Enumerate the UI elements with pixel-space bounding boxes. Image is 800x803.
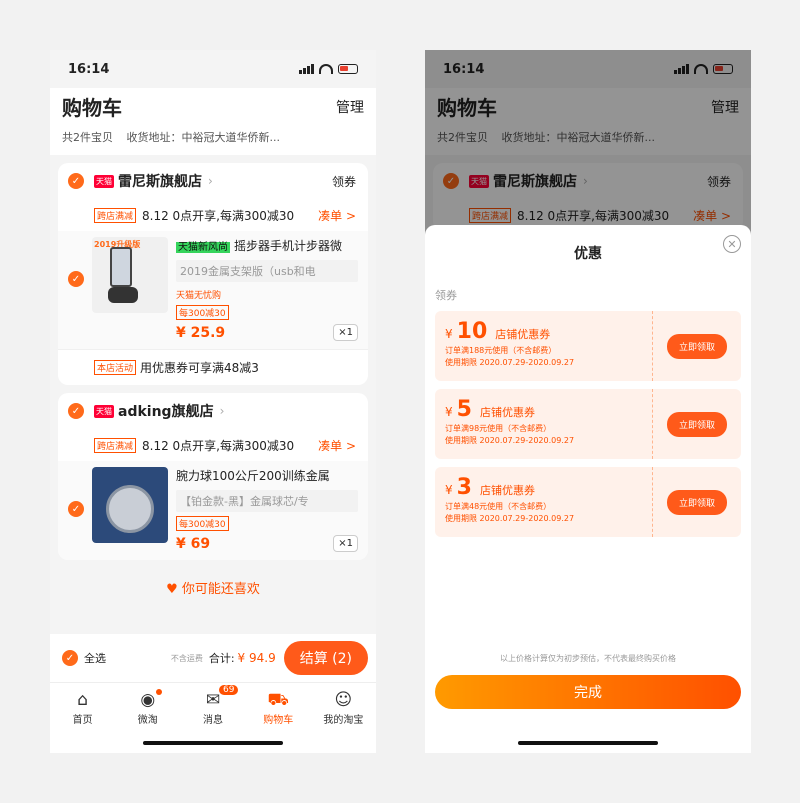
cart-summary: 共2件宝贝 收货地址：中裕冠大道华侨新... bbox=[62, 129, 364, 145]
coupon-name: 店铺优惠券 bbox=[479, 484, 535, 497]
coupon-amount: 10 bbox=[456, 319, 488, 344]
store-header: ✓ 天猫 adking旗舰店 › bbox=[58, 393, 368, 429]
promo-tag: 跨店满减 bbox=[94, 207, 137, 223]
store-card: ✓ 天猫 雷尼斯旗舰店 › 领券 跨店满减 8.12 0点开享,每满300减30… bbox=[58, 163, 368, 385]
shipping-address[interactable]: 收货地址：中裕冠大道华侨新... bbox=[127, 131, 281, 144]
page-title: 购物车 bbox=[62, 96, 122, 120]
promo-text: 8.12 0点开享,每满300减30 bbox=[142, 438, 295, 453]
cart-item: ✓ 2019升级版 天猫新风尚 摇步器手机计步器微 2019金属支架版（usb和电… bbox=[58, 231, 368, 349]
claim-coupon-button[interactable]: 立即领取 bbox=[666, 411, 727, 437]
product-image[interactable]: 2019升级版 bbox=[92, 237, 168, 313]
product-title[interactable]: 天猫新风尚 摇步器手机计步器微 bbox=[176, 237, 358, 254]
chevron-right-icon: › bbox=[208, 174, 213, 188]
item-count: 共2件宝贝 bbox=[62, 131, 113, 144]
coupon-period: 使用期限 2020.07.29-2020.09.27 bbox=[445, 514, 575, 523]
close-icon[interactable]: ✕ bbox=[723, 235, 741, 253]
product-tag: 天猫新风尚 bbox=[176, 242, 230, 253]
sku-selector[interactable]: 【铂金款-黑】金属球芯/专 bbox=[176, 490, 358, 512]
coupon-period: 使用期限 2020.07.29-2020.09.27 bbox=[445, 436, 575, 445]
get-coupon-link[interactable]: 领券 bbox=[332, 173, 356, 190]
chevron-right-icon: › bbox=[219, 404, 225, 418]
store-card: ✓ 天猫 adking旗舰店 › 跨店满减 8.12 0点开享,每满300减30… bbox=[58, 393, 368, 560]
message-badge: 69 bbox=[219, 685, 239, 695]
cart-header: 购物车 管理 共2件宝贝 收货地址：中裕冠大道华侨新... bbox=[50, 88, 376, 155]
coupon-card: ¥ 10 店铺优惠券 订单满188元使用（不含邮费） 使用期限 2020.07.… bbox=[435, 311, 741, 381]
product-price: ¥ 25.9 bbox=[176, 324, 226, 341]
coupon-condition: 订单满98元使用（不含邮费） bbox=[445, 424, 552, 433]
product-image[interactable] bbox=[92, 467, 168, 543]
activity-tag: 本店活动 bbox=[94, 360, 137, 375]
manage-button[interactable]: 管理 bbox=[336, 97, 364, 117]
product-title[interactable]: 腕力球100公斤200训练金属 bbox=[176, 467, 358, 484]
coupon-condition: 订单满188元使用（不含邮费） bbox=[445, 346, 557, 355]
coupon-condition: 订单满48元使用（不含邮费） bbox=[445, 502, 552, 511]
coupon-amount: 5 bbox=[456, 397, 472, 422]
coupon-screen: 16:14 购物车 管理 共2件宝贝 收货地址：中裕冠大道华侨新... ✓ 天猫… bbox=[425, 50, 751, 753]
coupon-card: ¥ 5 店铺优惠券 订单满98元使用（不含邮费） 使用期限 2020.07.29… bbox=[435, 389, 741, 459]
guarantee-label: 天猫无忧购 bbox=[176, 291, 222, 301]
promo-row: 跨店满减 8.12 0点开享,每满300减30 凑单 > bbox=[58, 429, 368, 461]
cart-screen: 16:14 购物车 管理 共2件宝贝 收货地址：中裕冠大道华侨新... ✓ 天猫… bbox=[50, 50, 376, 753]
home-icon: ⌂ bbox=[77, 690, 88, 710]
coupon-sheet: 优惠 ✕ 领券 ¥ 10 店铺优惠券 订单满188元使用（不含邮费） 使用期限 … bbox=[425, 225, 751, 753]
tab-bar: ⌂ 首页 ◉ 微淘 ✉ 69 消息 ⛟ 购物车 ☺ 我的淘宝 bbox=[50, 682, 376, 753]
tmall-badge: 天猫 bbox=[94, 174, 114, 188]
user-icon: ☺ bbox=[334, 690, 353, 710]
checkout-button[interactable]: 结算 (2) bbox=[283, 641, 368, 675]
promo-row: 跨店满减 8.12 0点开享,每满300减30 凑单 > bbox=[58, 199, 368, 231]
done-button[interactable]: 完成 bbox=[435, 675, 741, 709]
coupon-card: ¥ 3 店铺优惠券 订单满48元使用（不含邮费） 使用期限 2020.07.29… bbox=[435, 467, 741, 537]
select-all-checkbox[interactable]: ✓ bbox=[62, 650, 78, 666]
coupon-name: 店铺优惠券 bbox=[495, 328, 551, 341]
checkout-bar: ✓ 全选 不含运费 合计: ¥ 94.9 结算 (2) bbox=[50, 634, 376, 682]
promo-tag: 跨店满减 bbox=[94, 437, 137, 453]
claim-coupon-button[interactable]: 立即领取 bbox=[666, 333, 727, 359]
tmall-badge: 天猫 bbox=[94, 404, 114, 418]
claim-coupon-button[interactable]: 立即领取 bbox=[666, 489, 727, 515]
recommend-heading: ♥ 你可能还喜欢 bbox=[166, 582, 260, 597]
add-on-link[interactable]: 凑单 > bbox=[318, 207, 356, 224]
cart-icon: ⛟ bbox=[267, 690, 289, 710]
status-bar: 16:14 bbox=[50, 50, 376, 88]
sku-selector[interactable]: 2019金属支架版（usb和电 bbox=[176, 260, 358, 282]
freight-note: 不含运费 bbox=[170, 653, 203, 663]
cart-item: ✓ 腕力球100公斤200训练金属 【铂金款-黑】金属球芯/专 每300减30 … bbox=[58, 461, 368, 560]
item-checkbox[interactable]: ✓ bbox=[68, 271, 84, 287]
home-indicator bbox=[143, 741, 283, 745]
quantity-selector[interactable]: ×1 bbox=[333, 324, 358, 341]
home-indicator bbox=[518, 741, 658, 745]
tab-home[interactable]: ⌂ 首页 bbox=[50, 683, 115, 753]
discount-tag: 每300减30 bbox=[176, 516, 229, 531]
total-price: ¥ 94.9 bbox=[237, 651, 276, 665]
store-header: ✓ 天猫 雷尼斯旗舰店 › 领券 bbox=[58, 163, 368, 199]
section-label: 领券 bbox=[435, 289, 457, 302]
signal-icon bbox=[299, 64, 314, 74]
store-name[interactable]: 雷尼斯旗舰店 bbox=[118, 171, 202, 191]
discount-tag: 每300减30 bbox=[176, 305, 229, 320]
item-checkbox[interactable]: ✓ bbox=[68, 501, 84, 517]
tab-my-taobao[interactable]: ☺ 我的淘宝 bbox=[311, 683, 376, 753]
product-price: ¥ 69 bbox=[176, 535, 211, 552]
promo-text: 8.12 0点开享,每满300减30 bbox=[142, 208, 295, 223]
quantity-selector[interactable]: ×1 bbox=[333, 535, 358, 552]
total-label: 合计: bbox=[208, 652, 235, 665]
select-all-label[interactable]: 全选 bbox=[84, 650, 106, 666]
store-checkbox[interactable]: ✓ bbox=[68, 403, 84, 419]
price-disclaimer: 以上价格计算仅为初步预估，不代表最终购买价格 bbox=[500, 654, 676, 663]
coupon-amount: 3 bbox=[456, 475, 472, 500]
battery-icon bbox=[338, 64, 358, 74]
store-activity: 本店活动 用优惠券可享满48减3 bbox=[58, 349, 368, 385]
sheet-title: 优惠 bbox=[574, 246, 602, 262]
activity-text: 用优惠券可享满48减3 bbox=[140, 361, 259, 375]
add-on-link[interactable]: 凑单 > bbox=[318, 437, 356, 454]
store-name[interactable]: adking旗舰店 bbox=[118, 401, 214, 421]
coupon-name: 店铺优惠券 bbox=[479, 406, 535, 419]
heart-icon: ♥ bbox=[166, 582, 178, 597]
notification-dot bbox=[155, 689, 162, 695]
status-time: 16:14 bbox=[68, 61, 110, 77]
store-checkbox[interactable]: ✓ bbox=[68, 173, 84, 189]
coupon-period: 使用期限 2020.07.29-2020.09.27 bbox=[445, 358, 575, 367]
wifi-icon bbox=[319, 64, 333, 74]
